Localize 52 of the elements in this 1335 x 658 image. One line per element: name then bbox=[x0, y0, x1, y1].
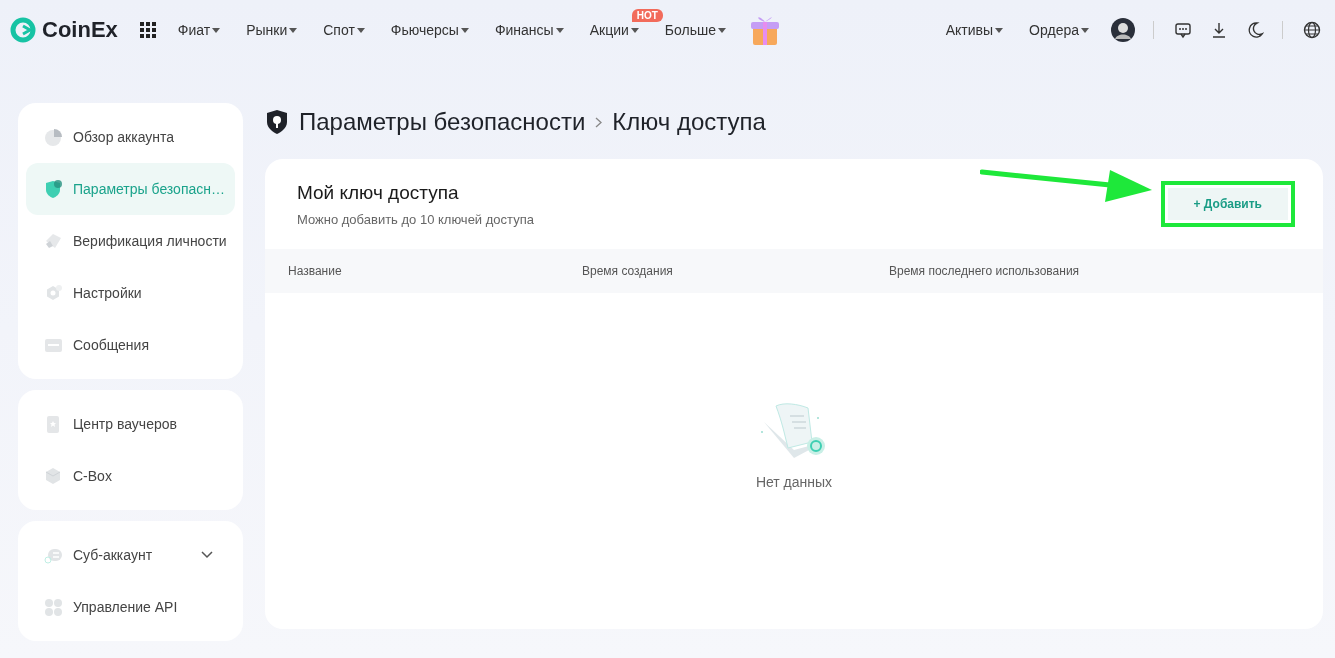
moon-icon[interactable] bbox=[1246, 21, 1264, 39]
panel-subtitle: Можно добавить до 10 ключей доступа bbox=[297, 211, 534, 227]
panel-title: Мой ключ доступа bbox=[297, 181, 460, 204]
nav-menu[interactable]: Спот bbox=[323, 22, 365, 38]
download-icon[interactable] bbox=[1210, 21, 1228, 39]
avatar-icon[interactable] bbox=[1111, 18, 1135, 42]
column-header: Название bbox=[288, 264, 343, 278]
hot-badge: HOT bbox=[631, 9, 663, 22]
chevron-down-icon bbox=[201, 551, 213, 559]
nav-menu[interactable]: Фьючерсы bbox=[390, 22, 469, 38]
caret-icon bbox=[717, 27, 726, 33]
nav-menu[interactable]: Больше bbox=[664, 22, 726, 38]
shield-icon bbox=[44, 179, 63, 199]
caret-icon bbox=[289, 27, 298, 33]
caret-icon bbox=[1081, 27, 1089, 33]
column-header: Время последнего использования bbox=[889, 264, 1080, 278]
nav-menu[interactable]: Рынки bbox=[246, 22, 298, 38]
nav-menu[interactable]: Фиат bbox=[177, 22, 221, 38]
apps-grid-icon[interactable] bbox=[139, 22, 156, 38]
column-header: Время создания bbox=[582, 264, 674, 278]
caret-icon bbox=[212, 27, 221, 33]
globe-icon[interactable] bbox=[1303, 21, 1321, 39]
sidebar-item[interactable]: Настройки bbox=[26, 267, 235, 319]
page-title: Ключ доступа bbox=[612, 108, 766, 136]
hexagon-icon bbox=[44, 283, 63, 303]
logo-icon bbox=[10, 17, 36, 43]
sidebar-item[interactable]: Обзор аккаунта bbox=[26, 111, 235, 163]
nav-menu[interactable]: Активы bbox=[945, 22, 1004, 38]
caret-icon bbox=[555, 27, 564, 33]
sidebar-item[interactable]: C-Box bbox=[26, 450, 235, 502]
sidebar-item[interactable]: Управление API bbox=[26, 581, 235, 633]
nav-menu[interactable]: Ордера bbox=[1029, 22, 1089, 38]
sidebar-item[interactable]: Центр ваучеров bbox=[26, 398, 235, 450]
caret-icon bbox=[460, 27, 469, 33]
diamond-icon bbox=[44, 231, 63, 251]
caret-icon bbox=[995, 27, 1004, 33]
sidebar-item[interactable]: Суб-аккаунт bbox=[26, 529, 235, 581]
brand-name: CoinEx bbox=[42, 17, 118, 43]
shield-icon bbox=[265, 109, 289, 135]
empty-state-text: Нет данных bbox=[755, 474, 833, 490]
chevron-right-icon bbox=[595, 116, 603, 128]
nav-menu[interactable]: Акции bbox=[589, 22, 639, 38]
breadcrumb-link[interactable]: Параметры безопасности bbox=[299, 108, 586, 136]
sidebar-item[interactable]: Верификация личности bbox=[26, 215, 235, 267]
cube-icon bbox=[44, 466, 63, 486]
nav-menu[interactable]: Финансы bbox=[494, 22, 564, 38]
sidebar-item[interactable]: Сообщения bbox=[26, 319, 235, 371]
caret-icon bbox=[630, 27, 639, 33]
caret-icon bbox=[356, 27, 365, 33]
chat-icon[interactable] bbox=[1174, 21, 1192, 39]
pie-chart-icon bbox=[44, 127, 63, 147]
four-dots-icon bbox=[44, 597, 63, 617]
